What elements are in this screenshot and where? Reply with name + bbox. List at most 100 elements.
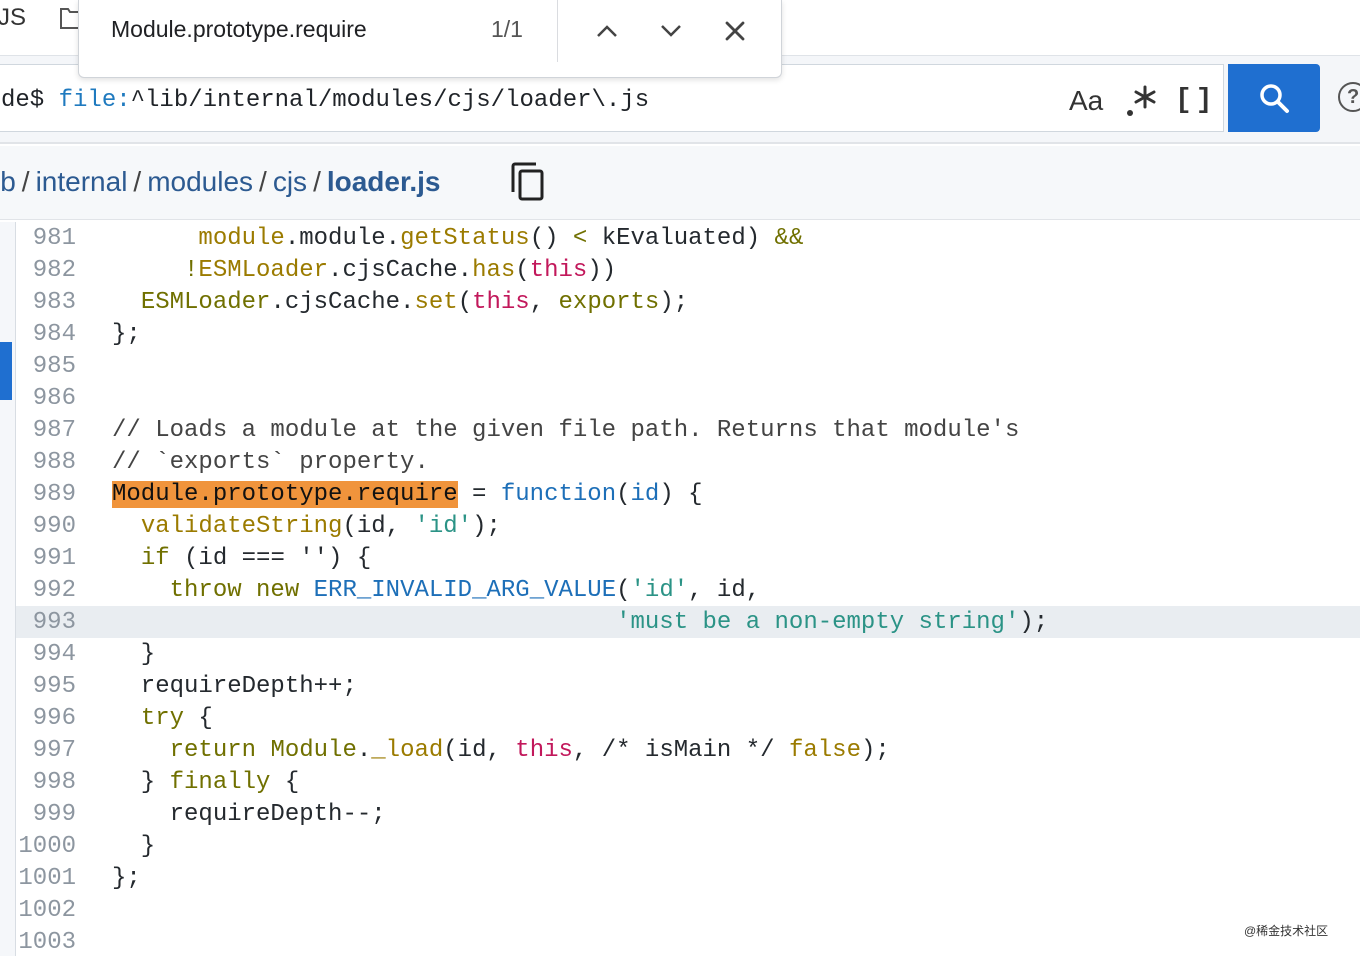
code-token: ); [1019, 608, 1049, 636]
line-number[interactable]: 992 [16, 577, 80, 604]
line-number[interactable]: 995 [16, 673, 80, 700]
code-line: 998 } finally { [16, 766, 1360, 798]
code-token: ( [515, 256, 530, 284]
breadcrumb-item[interactable]: modules [147, 166, 253, 197]
scroll-marker [0, 342, 12, 400]
breadcrumb-separator: / [259, 166, 267, 197]
code-token: this [515, 736, 573, 764]
code-token: ); [472, 512, 501, 540]
line-number[interactable]: 998 [16, 769, 80, 796]
line-code: // `exports` property. [80, 449, 429, 476]
line-number[interactable]: 1001 [16, 865, 80, 892]
code-line: 993 'must be a non-empty string'); [16, 606, 1360, 638]
line-number[interactable]: 993 [16, 609, 80, 636]
line-number[interactable]: 985 [16, 353, 80, 380]
code-token: )) [587, 256, 617, 284]
line-code: throw new ERR_INVALID_ARG_VALUE('id', id… [80, 576, 761, 604]
breadcrumb-current-file[interactable]: loader.js [327, 166, 441, 197]
code-token: (id, [443, 736, 516, 764]
code-line: 984}; [16, 318, 1360, 350]
code-token: (id === '') { [169, 544, 372, 572]
folder-icon[interactable] [60, 6, 80, 30]
case-sensitive-toggle[interactable]: Aa [1069, 85, 1103, 117]
code-token: throw [169, 576, 242, 604]
line-number[interactable]: 990 [16, 513, 80, 540]
code-token: this [529, 256, 588, 284]
line-number[interactable]: 1000 [16, 833, 80, 860]
breadcrumb-separator: / [313, 166, 321, 197]
line-number[interactable]: 987 [16, 417, 80, 444]
line-code: return Module._load(id, this, /* isMain … [80, 737, 890, 764]
structural-search-toggle[interactable]: [] [1175, 85, 1217, 116]
breadcrumb-item[interactable]: cjs [273, 166, 307, 197]
line-code: if (id === '') { [80, 545, 371, 572]
side-rail: ‹ [0, 222, 16, 956]
code-token: { [270, 768, 300, 796]
code-token: id [630, 480, 660, 508]
code-token: ESMLoader [140, 288, 271, 316]
line-code: module.module.getStatus() < kEvaluated) … [80, 225, 803, 252]
code-token: , [529, 288, 559, 316]
line-number[interactable]: 989 [16, 481, 80, 508]
code-line: 1002 [16, 894, 1360, 926]
code-token: set [414, 288, 458, 316]
line-number[interactable]: 994 [16, 641, 80, 668]
code-line: 996 try { [16, 702, 1360, 734]
line-number[interactable]: 981 [16, 225, 80, 252]
copy-icon[interactable] [510, 162, 546, 202]
code-token: requireDepth--; [112, 800, 386, 828]
code-token: ) { [659, 480, 703, 508]
line-code: requireDepth++; [80, 673, 357, 700]
code-line: 987 // Loads a module at the given file p… [16, 414, 1360, 446]
find-close-button[interactable] [715, 14, 755, 48]
code-token: if [140, 544, 170, 572]
breadcrumb-item[interactable]: ib [0, 166, 16, 197]
line-number[interactable]: 982 [16, 257, 80, 284]
regex-icon[interactable] [1125, 81, 1157, 121]
find-next-button[interactable] [651, 14, 691, 48]
find-previous-button[interactable] [587, 14, 627, 48]
line-code: 'must be a non-empty string'); [80, 609, 1048, 636]
code-token: .cjsCache. [328, 256, 473, 284]
code-token: validateString [140, 512, 343, 540]
code-token: , /* isMain */ [572, 736, 789, 764]
line-number[interactable]: 986 [16, 385, 80, 412]
code-token: . [356, 736, 372, 764]
line-code: } [80, 641, 155, 668]
search-button[interactable] [1228, 64, 1320, 132]
code-token: module [198, 224, 285, 252]
code-line: 995 requireDepth++; [16, 670, 1360, 702]
breadcrumb-separator: / [133, 166, 142, 197]
code-token: function [500, 480, 617, 508]
line-number[interactable]: 1003 [16, 929, 80, 956]
query-pattern: ^lib/internal/modules/cjs/loader\.js [130, 87, 650, 114]
code-token: } [112, 832, 156, 860]
find-input[interactable]: Module.prototype.require [111, 16, 367, 43]
line-number[interactable]: 984 [16, 321, 80, 348]
line-number[interactable]: 1002 [16, 897, 80, 924]
code-token: } [112, 768, 170, 796]
code-token: has [472, 256, 516, 284]
line-number[interactable]: 999 [16, 801, 80, 828]
line-number[interactable]: 996 [16, 705, 80, 732]
breadcrumb-item[interactable]: internal [36, 166, 128, 197]
code-view: ‹ 981 module.module.getStatus() < kEvalu… [0, 222, 1360, 956]
line-number[interactable]: 997 [16, 737, 80, 764]
line-code: }; [80, 321, 141, 348]
code-token: new [256, 576, 300, 604]
line-number[interactable]: 983 [16, 289, 80, 316]
help-icon[interactable]: ? [1338, 82, 1360, 112]
code-token: = [457, 480, 501, 508]
code-token: 'id' [414, 512, 473, 540]
line-code: Module.prototype.require = function(id) … [80, 480, 703, 508]
code-token: ); [860, 736, 890, 764]
line-number[interactable]: 988 [16, 449, 80, 476]
code-line: 1003 [16, 926, 1360, 956]
line-number[interactable]: 991 [16, 545, 80, 572]
